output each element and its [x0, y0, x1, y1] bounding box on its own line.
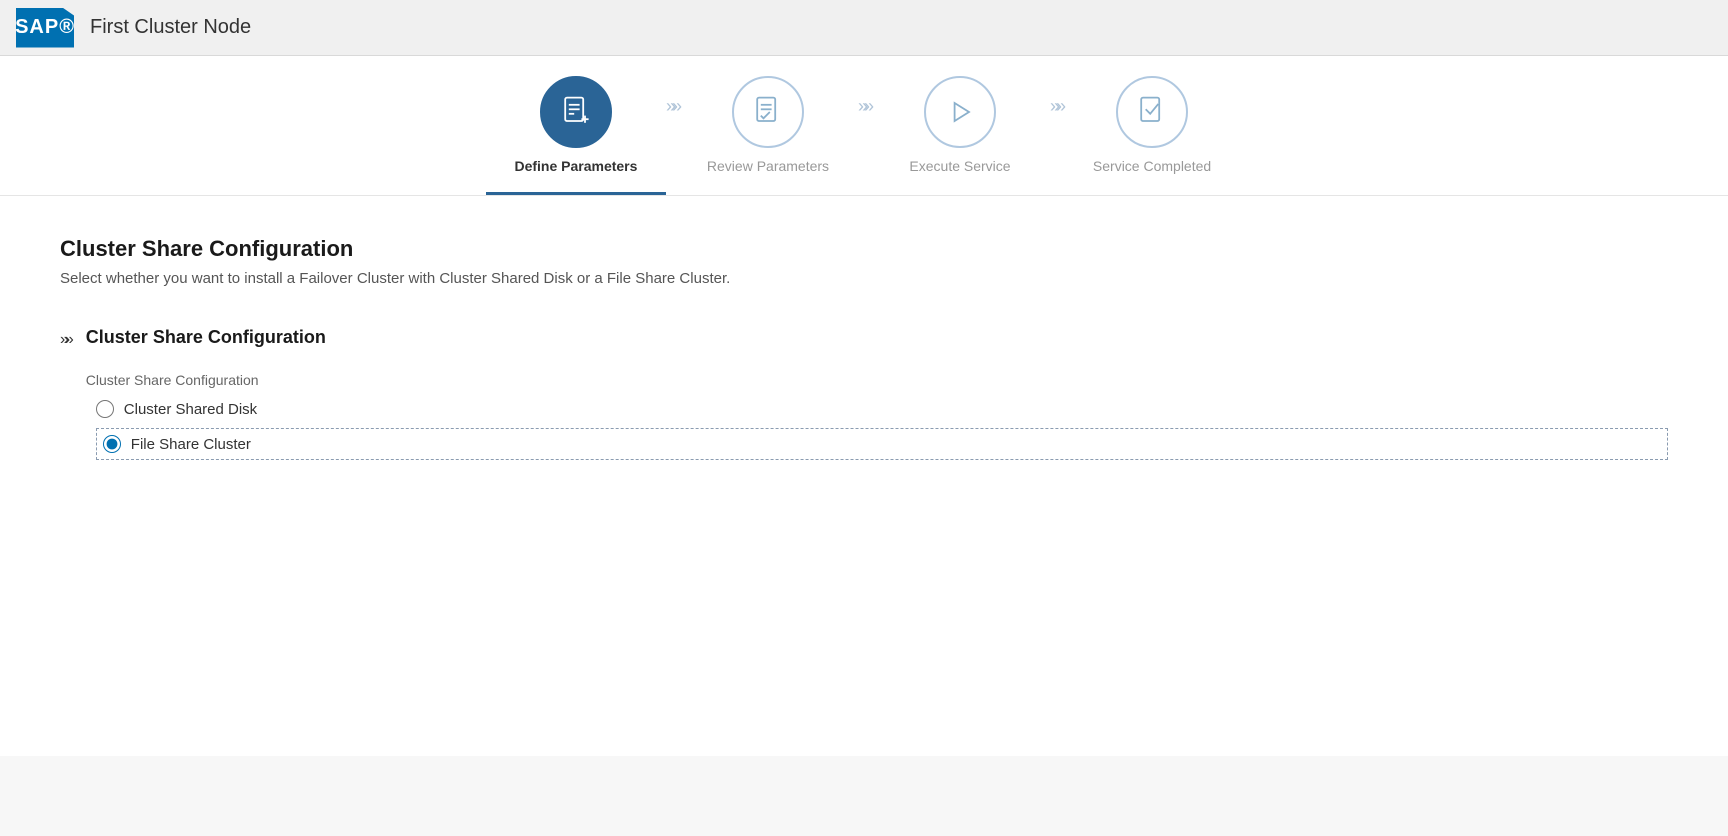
sap-logo: SAP®: [16, 8, 74, 48]
radio-item-cluster-shared-disk[interactable]: Cluster Shared Disk: [96, 400, 1668, 418]
wizard-arrows-3: »»: [1050, 76, 1062, 157]
radio-label-file-share-cluster: File Share Cluster: [131, 436, 251, 453]
section-content: Cluster Share Configuration Cluster Shar…: [86, 327, 1668, 460]
radio-item-file-share-cluster[interactable]: File Share Cluster: [103, 435, 251, 453]
step-label-define-parameters: Define Parameters: [514, 158, 637, 182]
wizard-step-review-parameters[interactable]: Review Parameters: [678, 76, 858, 195]
radio-file-share-cluster[interactable]: [103, 435, 121, 453]
step-label-execute-service: Execute Service: [909, 158, 1010, 182]
step-underline-define-parameters: [486, 192, 666, 195]
step-circle-review-parameters: [732, 76, 804, 148]
sap-logo-text: SAP®: [15, 16, 75, 39]
radio-selected-box[interactable]: File Share Cluster: [96, 428, 1668, 460]
document-check-icon: [750, 94, 786, 130]
step-circle-define-parameters: [540, 76, 612, 148]
document-add-icon: [558, 94, 594, 130]
page-subtitle: Select whether you want to install a Fai…: [60, 270, 1668, 287]
header-title: First Cluster Node: [90, 16, 251, 39]
wizard-arrows-1: »»: [666, 76, 678, 157]
wizard-steps: Define Parameters »» Review Parameters »…: [0, 56, 1728, 196]
wizard-step-service-completed[interactable]: Service Completed: [1062, 76, 1242, 195]
field-label: Cluster Share Configuration: [86, 372, 1668, 388]
wizard-arrows-2: »»: [858, 76, 870, 157]
document-verified-icon: [1134, 94, 1170, 130]
page-title: Cluster Share Configuration: [60, 236, 1668, 262]
step-circle-execute-service: [924, 76, 996, 148]
radio-group: Cluster Shared Disk File Share Cluster: [86, 400, 1668, 460]
radio-label-cluster-shared-disk: Cluster Shared Disk: [124, 401, 257, 418]
play-icon: [942, 94, 978, 130]
main-content: Cluster Share Configuration Select wheth…: [0, 196, 1728, 756]
step-circle-service-completed: [1116, 76, 1188, 148]
step-label-review-parameters: Review Parameters: [707, 158, 829, 182]
step-underline-execute-service: [870, 192, 1050, 195]
step-label-service-completed: Service Completed: [1093, 158, 1211, 182]
section-container: »» Cluster Share Configuration Cluster S…: [60, 327, 1668, 460]
section-arrows: »»: [60, 331, 70, 349]
section-title: Cluster Share Configuration: [86, 327, 1668, 348]
wizard-step-define-parameters[interactable]: Define Parameters: [486, 76, 666, 195]
step-underline-review-parameters: [678, 192, 858, 195]
radio-cluster-shared-disk[interactable]: [96, 400, 114, 418]
app-header: SAP® First Cluster Node: [0, 0, 1728, 56]
wizard-step-execute-service[interactable]: Execute Service: [870, 76, 1050, 195]
step-underline-service-completed: [1062, 192, 1242, 195]
